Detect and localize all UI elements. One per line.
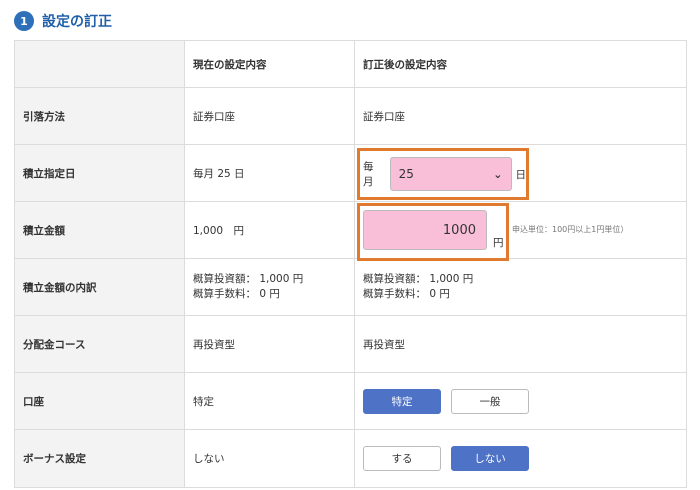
table-row-method: 引落方法 証券口座 証券口座 <box>14 87 687 145</box>
amount-input[interactable]: 1000 <box>363 210 487 250</box>
row-label: 口座 <box>14 372 185 430</box>
table-row-breakdown: 積立金額の内訳 概算投資額： 1,000 円 概算手数料： 0 円 概算投資額：… <box>14 258 687 316</box>
amount-note: 申込単位：100円以上1円単位） <box>512 225 629 234</box>
day-select-value: 25 <box>398 167 414 181</box>
new-breakdown: 概算投資額： 1,000 円 概算手数料： 0 円 <box>354 258 687 316</box>
current-value: 1,000 円 <box>184 201 355 259</box>
day-highlight-box: 毎月 25 ⌄ 日 <box>357 148 529 200</box>
new-value: 再投資型 <box>354 315 687 373</box>
new-value-cell: 特定 一般 <box>354 372 687 430</box>
current-value: 特定 <box>184 372 355 430</box>
new-investment: 概算投資額： 1,000 円 <box>363 273 474 285</box>
bonus-no-button[interactable]: しない <box>451 446 529 471</box>
table-row-account: 口座 特定 特定 一般 <box>14 372 687 430</box>
bonus-toggle: する しない <box>363 446 686 471</box>
account-tokutei-button[interactable]: 特定 <box>363 388 441 414</box>
step-number-badge: 1 <box>14 11 34 31</box>
table-row-bonus: ボーナス設定 しない する しない <box>14 429 687 488</box>
bonus-yes-button[interactable]: する <box>363 446 441 471</box>
header-new: 訂正後の設定内容 <box>354 40 687 88</box>
amount-unit: 円 <box>493 237 504 249</box>
table-row-day: 積立指定日 毎月 25 日 毎月 25 ⌄ 日 <box>14 144 687 202</box>
current-breakdown: 概算投資額： 1,000 円 概算手数料： 0 円 <box>184 258 355 316</box>
new-fee: 概算手数料： 0 円 <box>363 288 450 300</box>
chevron-down-icon: ⌄ <box>493 167 503 181</box>
section-header: 1 設定の訂正 <box>14 10 112 32</box>
row-label: 引落方法 <box>14 87 185 145</box>
table-row-amount: 積立金額 1,000 円 1000 円 申込単位：100円以上1円単位） <box>14 201 687 261</box>
new-value-cell: 毎月 25 ⌄ 日 <box>354 144 687 202</box>
new-value-cell: する しない <box>354 429 687 488</box>
table-header-row: 現在の設定内容 訂正後の設定内容 <box>14 40 687 88</box>
new-value-cell: 1000 円 申込単位：100円以上1円単位） <box>354 201 687 261</box>
current-investment: 概算投資額： 1,000 円 <box>193 273 304 285</box>
current-value: 再投資型 <box>184 315 355 373</box>
amount-highlight-box: 1000 円 <box>357 203 509 261</box>
day-prefix: 毎月 <box>363 161 374 188</box>
day-suffix: 日 <box>515 168 527 181</box>
section-title: 設定の訂正 <box>42 14 112 30</box>
current-value: しない <box>184 429 355 488</box>
row-label: ボーナス設定 <box>14 429 185 488</box>
row-label: 分配金コース <box>14 315 185 373</box>
table-row-course: 分配金コース 再投資型 再投資型 <box>14 315 687 373</box>
header-current: 現在の設定内容 <box>184 40 355 88</box>
day-select[interactable]: 25 ⌄ <box>389 157 512 191</box>
settings-table: 現在の設定内容 訂正後の設定内容 引落方法 証券口座 証券口座 積立指定日 毎月… <box>14 40 687 488</box>
row-label: 積立金額 <box>14 201 185 259</box>
row-label: 積立指定日 <box>14 144 185 202</box>
row-label: 積立金額の内訳 <box>14 258 185 316</box>
header-corner <box>14 40 185 88</box>
account-toggle: 特定 一般 <box>363 388 686 414</box>
account-ippan-button[interactable]: 一般 <box>451 388 529 414</box>
new-value: 証券口座 <box>354 87 687 145</box>
current-fee: 概算手数料： 0 円 <box>193 288 280 300</box>
current-value: 証券口座 <box>184 87 355 145</box>
current-value: 毎月 25 日 <box>184 144 355 202</box>
